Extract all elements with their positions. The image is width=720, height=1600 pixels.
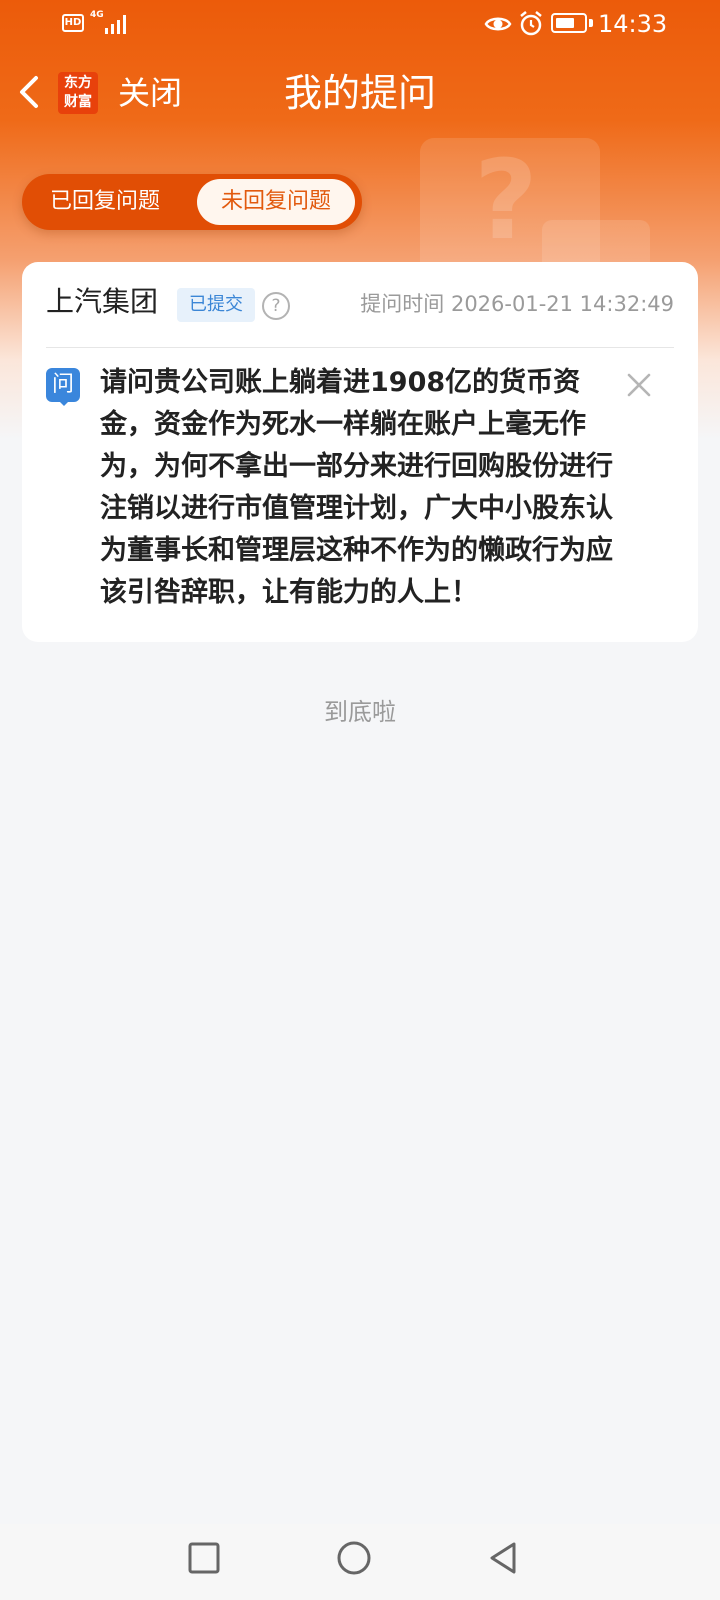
status-badge: 已提交 <box>177 288 255 322</box>
ask-time: 提问时间 2026-01-21 14:32:49 <box>360 292 674 316</box>
battery-icon <box>551 13 587 33</box>
network-type: 4G <box>90 10 104 20</box>
alarm-icon <box>520 11 542 36</box>
battery-tip <box>589 19 593 27</box>
help-icon[interactable]: ? <box>262 292 290 320</box>
hd-indicator: HD <box>62 14 84 32</box>
end-of-list-text: 到底啦 <box>324 698 396 726</box>
eye-icon <box>484 17 512 31</box>
question-tag-tail <box>58 400 70 406</box>
question-tabs: 已回复问题 未回复问题 <box>22 174 362 230</box>
page-title: 我的提问 <box>283 71 436 115</box>
square-icon[interactable] <box>184 1538 224 1578</box>
close-icon[interactable] <box>624 370 654 400</box>
question-tag: 问 <box>46 368 80 402</box>
status-bar: HD 4G 14:33 <box>0 0 720 48</box>
tab-unreplied[interactable]: 未回复问题 <box>197 179 355 225</box>
tab-replied[interactable]: 已回复问题 <box>50 174 160 230</box>
system-navigation-bar <box>0 1524 720 1600</box>
decorative-question-mark: ? <box>474 136 538 264</box>
question-card[interactable]: 上汽集团 已提交 ? 提问时间 2026-01-21 14:32:49 问 请问… <box>22 262 698 642</box>
circle-icon[interactable] <box>334 1538 374 1578</box>
battery-level <box>556 18 574 28</box>
company-name[interactable]: 上汽集团 <box>46 284 158 320</box>
triangle-back-icon[interactable] <box>484 1538 524 1578</box>
divider <box>46 347 674 348</box>
clock: 14:33 <box>598 10 668 38</box>
signal-icon <box>105 15 126 34</box>
question-text: 请问贵公司账上躺着进1908亿的货币资金，资金作为死水一样躺在账户上毫无作为，为… <box>100 367 613 608</box>
